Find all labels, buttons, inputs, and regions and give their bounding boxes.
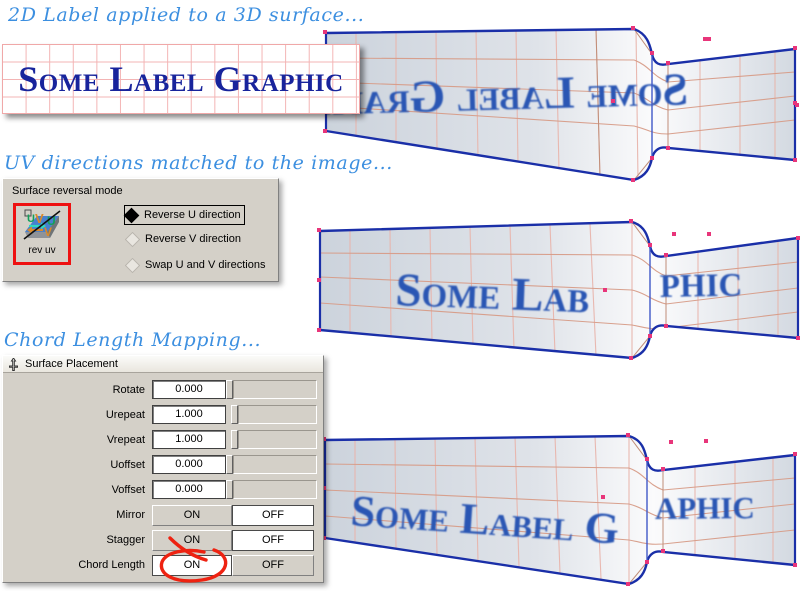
slider-track[interactable] [233, 380, 317, 399]
field-label: Chord Length [78, 559, 145, 571]
svg-text:aphic: aphic [655, 479, 755, 529]
surface-reversal-mode-panel: Surface reversal mode U V U V rev uv Rev… [2, 178, 279, 282]
mirror-off-button[interactable]: OFF [232, 504, 314, 526]
uoffset-slider[interactable] [226, 455, 323, 474]
svg-text:phic: phic [659, 255, 742, 308]
surface-placement-title: Surface Placement [25, 358, 118, 370]
field-label: Uoffset [110, 458, 145, 471]
field-row-uoffset: Uoffset 0.000 [3, 454, 323, 475]
urepeat-slider[interactable] [226, 405, 323, 424]
radio-diamond-icon [124, 231, 141, 247]
radio-reverse-v-direction[interactable]: Reverse V direction [124, 231, 241, 247]
toggle-row-chord-length: Chord Length ON OFF [3, 554, 323, 576]
uoffset-input[interactable]: 0.000 [152, 455, 226, 474]
rev-uv-tool-button[interactable]: U V U V rev uv [13, 203, 71, 265]
toggle-row-stagger: Stagger ON OFF [3, 529, 323, 551]
field-row-rotate: Rotate 0.000 [3, 379, 323, 400]
field-label: Voffset [111, 483, 145, 496]
slider-track[interactable] [233, 480, 317, 499]
field-label: Stagger [106, 534, 145, 546]
vrepeat-slider[interactable] [226, 430, 323, 449]
pin-icon[interactable] [8, 357, 18, 371]
slider-thumb[interactable] [231, 430, 238, 449]
field-label: Urepeat [105, 408, 145, 421]
svg-text:Some Lab: Some Lab [395, 264, 591, 323]
surface-uv-matched: Some Lab phic [317, 219, 800, 360]
chord-length-on-button[interactable]: ON [152, 554, 232, 576]
field-label: Mirror [116, 509, 145, 521]
svg-text:U: U [27, 213, 35, 225]
radio-diamond-icon [123, 207, 140, 223]
slider-thumb[interactable] [231, 405, 238, 424]
radio-diamond-icon [124, 257, 141, 273]
slider-thumb[interactable] [226, 380, 233, 399]
toggle-row-mirror: Mirror ON OFF [3, 504, 323, 526]
radio-label: Swap U and V directions [145, 259, 266, 271]
field-row-urepeat: Urepeat 1.000 [3, 404, 323, 425]
slider-track[interactable] [238, 405, 317, 424]
radio-label: Reverse U direction [144, 209, 241, 221]
rev-uv-icon: U V U V [23, 208, 61, 242]
slider-track[interactable] [233, 455, 317, 474]
caption-uv-directions: UV directions matched to the image... [4, 152, 393, 174]
radio-swap-u-and-v-directions[interactable]: Swap U and V directions [124, 257, 266, 273]
field-row-voffset: Voffset 0.000 [3, 479, 323, 500]
chord-length-off-button[interactable]: OFF [232, 554, 314, 576]
radio-label: Reverse V direction [145, 233, 241, 245]
svg-text:V: V [44, 225, 52, 239]
label-graphic-bitmap: Some Label Graphic [2, 44, 360, 114]
voffset-input[interactable]: 0.000 [152, 480, 226, 499]
stagger-off-button[interactable]: OFF [232, 529, 314, 551]
surface-placement-body: Rotate 0.000 Urepeat 1.000 Vrepeat 1.000 [3, 373, 323, 576]
voffset-slider[interactable] [226, 480, 323, 499]
surface-reversal-mode-title: Surface reversal mode [12, 185, 123, 197]
stagger-on-button[interactable]: ON [152, 529, 232, 551]
caption-chord-length-mapping: Chord Length Mapping... [4, 329, 262, 351]
surface-placement-dialog: Surface Placement Rotate 0.000 Urepeat 1… [2, 355, 324, 583]
radio-reverse-u-direction[interactable]: Reverse U direction [123, 205, 245, 225]
rotate-input[interactable]: 0.000 [152, 380, 226, 399]
rotate-slider[interactable] [226, 380, 323, 399]
mirror-on-button[interactable]: ON [152, 504, 232, 526]
slider-track[interactable] [238, 430, 317, 449]
urepeat-input[interactable]: 1.000 [152, 405, 226, 424]
surface-chord-length: Some Label G aphic [322, 433, 797, 586]
field-row-vrepeat: Vrepeat 1.000 [3, 429, 323, 450]
slider-thumb[interactable] [226, 480, 233, 499]
field-label: Vrepeat [106, 433, 145, 446]
slider-thumb[interactable] [226, 455, 233, 474]
vrepeat-input[interactable]: 1.000 [152, 430, 226, 449]
surface-placement-titlebar[interactable]: Surface Placement [3, 356, 323, 373]
field-label: Rotate [112, 383, 145, 396]
rev-uv-button-caption: rev uv [28, 245, 56, 256]
label-graphic-text: Some Label Graphic [18, 59, 344, 99]
